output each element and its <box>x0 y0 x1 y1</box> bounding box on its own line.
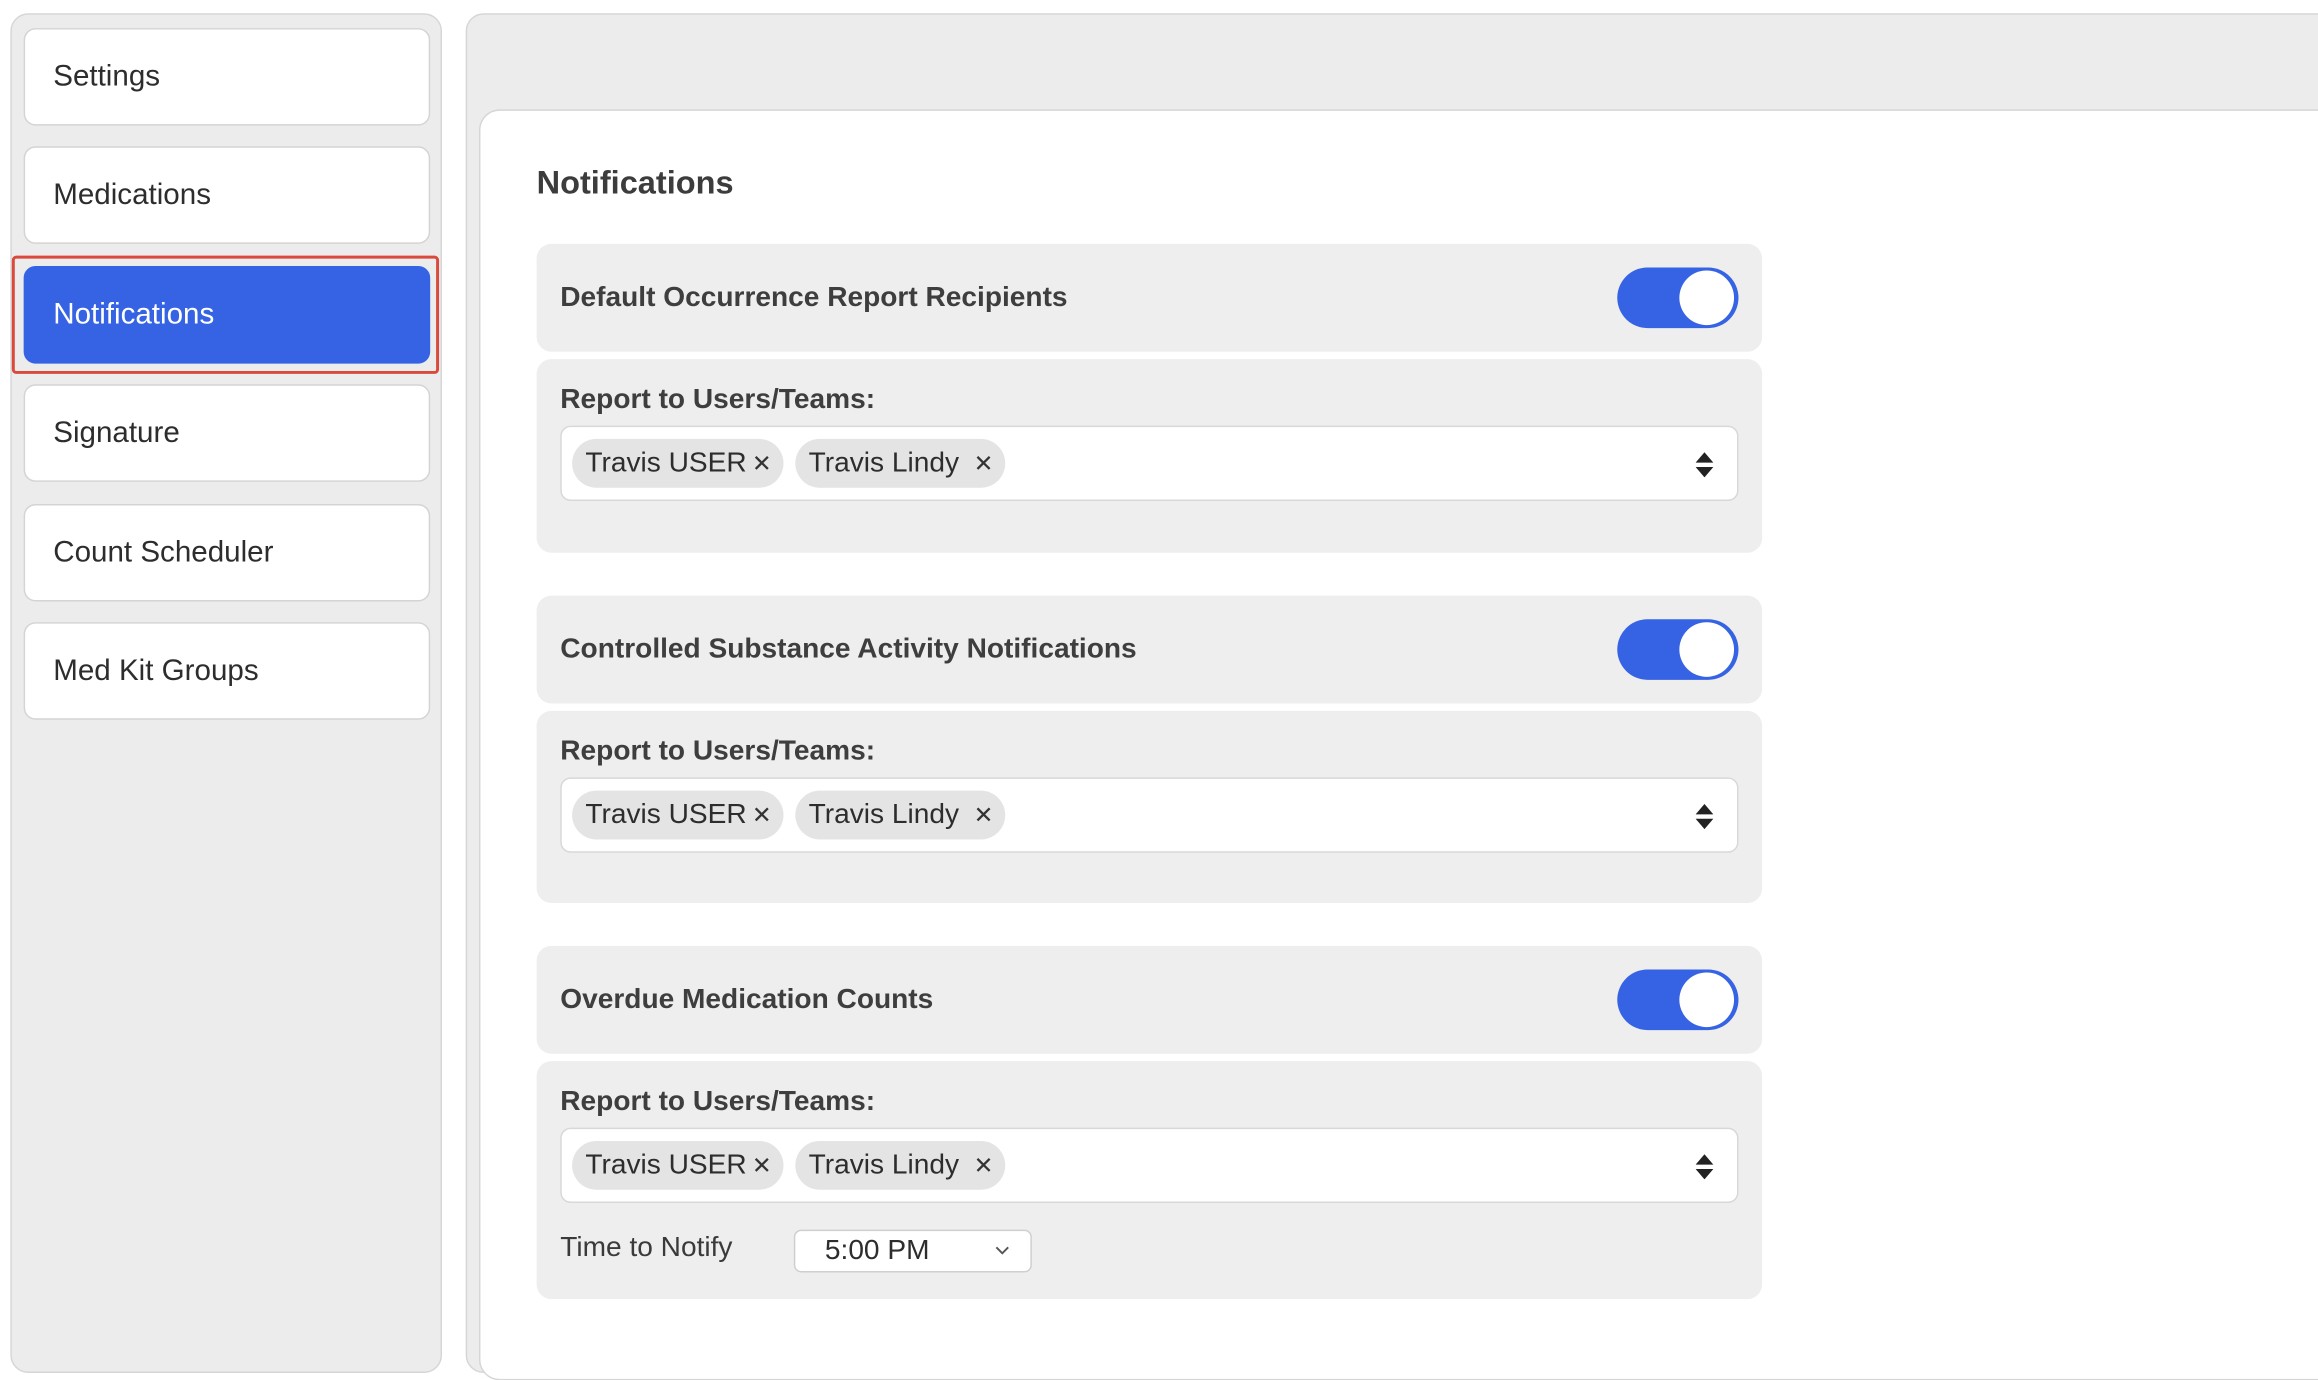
chip-label: Travis Lindy <box>808 798 960 830</box>
sidebar-item-signature[interactable]: Signature <box>23 384 431 482</box>
sidebar-item-med-kit-groups[interactable]: Med Kit Groups <box>23 622 431 720</box>
section-body-overdue-counts: Report to Users/Teams: Travis USER ✕ Tra… <box>536 1061 1763 1300</box>
sidebar-item-label: Settings <box>53 59 161 93</box>
recipient-chip: Travis Lindy ✕ <box>795 438 1006 488</box>
sidebar-item-medications[interactable]: Medications <box>23 146 431 244</box>
chevron-down-icon <box>995 1246 1009 1255</box>
sidebar-item-label: Notifications <box>53 297 215 331</box>
section-header-default-occurrence: Default Occurrence Report Recipients <box>536 243 1763 352</box>
recipients-select[interactable]: Travis USER ✕ Travis Lindy ✕ <box>560 1127 1739 1204</box>
controlled-substance-toggle[interactable] <box>1617 619 1739 680</box>
chip-label: Travis USER <box>585 1149 747 1181</box>
section-header-overdue-counts: Overdue Medication Counts <box>536 945 1763 1054</box>
sidebar-item-label: Signature <box>53 416 180 449</box>
sidebar-item-notifications[interactable]: Notifications <box>23 266 431 364</box>
sidebar-item-count-scheduler[interactable]: Count Scheduler <box>23 503 431 602</box>
sort-icon <box>1695 803 1714 830</box>
chip-label: Travis Lindy <box>808 1149 960 1181</box>
recipient-chip: Travis USER ✕ <box>572 438 784 488</box>
recipient-chip: Travis USER ✕ <box>572 1140 784 1190</box>
close-icon[interactable]: ✕ <box>752 791 772 840</box>
recipients-label: Report to Users/Teams: <box>560 1086 876 1118</box>
recipients-label: Report to Users/Teams: <box>560 384 876 416</box>
chip-label: Travis Lindy <box>808 447 960 479</box>
time-to-notify-label: Time to Notify <box>560 1232 733 1264</box>
recipient-chip: Travis Lindy ✕ <box>795 790 1006 840</box>
recipients-select[interactable]: Travis USER ✕ Travis Lindy ✕ <box>560 777 1739 853</box>
close-icon[interactable]: ✕ <box>752 1141 772 1190</box>
recipients-select[interactable]: Travis USER ✕ Travis Lindy ✕ <box>560 425 1739 502</box>
section-title: Overdue Medication Counts <box>560 983 934 1015</box>
page-title: Notifications <box>536 164 734 201</box>
chip-label: Travis USER <box>585 798 747 830</box>
sidebar-item-settings[interactable]: Settings <box>23 28 431 126</box>
section-title: Controlled Substance Activity Notificati… <box>560 633 1137 665</box>
close-icon[interactable]: ✕ <box>974 1141 994 1190</box>
close-icon[interactable]: ✕ <box>974 439 994 488</box>
recipients-label: Report to Users/Teams: <box>560 735 876 768</box>
close-icon[interactable]: ✕ <box>974 791 994 840</box>
sidebar: Settings Medications Notifications Signa… <box>10 13 443 1373</box>
chip-label: Travis USER <box>585 447 747 479</box>
toggle-knob <box>1679 972 1735 1028</box>
time-value: 5:00 PM <box>824 1234 930 1266</box>
section-title: Default Occurrence Report Recipients <box>560 281 1068 313</box>
close-icon[interactable]: ✕ <box>752 439 772 488</box>
sort-icon <box>1695 1154 1714 1180</box>
section-body-default-occurrence: Report to Users/Teams: Travis USER ✕ Tra… <box>536 359 1763 553</box>
sort-icon <box>1695 452 1714 478</box>
sidebar-item-label: Medications <box>53 178 211 211</box>
section-body-controlled-substance: Report to Users/Teams: Travis USER ✕ Tra… <box>536 710 1763 903</box>
recipient-chip: Travis USER ✕ <box>572 790 784 840</box>
sidebar-item-label: Count Scheduler <box>53 535 274 569</box>
section-header-controlled-substance: Controlled Substance Activity Notificati… <box>536 595 1763 704</box>
time-to-notify-select[interactable]: 5:00 PM <box>793 1229 1032 1273</box>
recipient-chip: Travis Lindy ✕ <box>795 1140 1006 1190</box>
toggle-knob <box>1679 270 1735 326</box>
default-occurrence-toggle[interactable] <box>1617 267 1739 329</box>
overdue-counts-toggle[interactable] <box>1617 969 1739 1031</box>
sidebar-item-label: Med Kit Groups <box>53 653 259 687</box>
toggle-knob <box>1679 622 1735 677</box>
